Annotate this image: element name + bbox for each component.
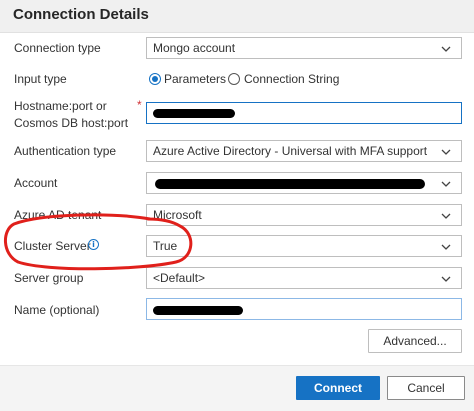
radio-connection-string-label[interactable]: Connection String — [244, 72, 339, 86]
server-group-label: Server group — [14, 271, 84, 285]
cluster-server-select[interactable]: True — [146, 235, 462, 257]
redacted-name — [153, 306, 243, 315]
dialog-title: Connection Details — [13, 6, 149, 23]
hostname-input[interactable] — [146, 102, 462, 124]
redacted-account — [155, 179, 425, 189]
redacted-hostname — [153, 109, 235, 118]
advanced-button[interactable]: Advanced... — [368, 329, 462, 353]
cluster-server-value: True — [153, 239, 178, 253]
connection-type-label: Connection type — [14, 41, 101, 55]
dialog-header: Connection Details — [0, 0, 474, 33]
authentication-type-value: Azure Active Directory - Universal with … — [153, 144, 428, 158]
chevron-down-icon — [441, 46, 451, 52]
azure-ad-tenant-select[interactable]: Microsoft — [146, 204, 462, 226]
name-label: Name (optional) — [14, 303, 100, 317]
hostname-label-line2: Cosmos DB host:port — [14, 116, 129, 130]
hostname-label-line1: Hostname:port or — [14, 99, 107, 113]
account-select[interactable] — [146, 172, 462, 194]
chevron-down-icon — [441, 149, 451, 155]
radio-parameters-label[interactable]: Parameters — [164, 72, 226, 86]
connect-button[interactable]: Connect — [296, 376, 380, 400]
server-group-select[interactable]: <Default> — [146, 267, 462, 289]
name-input[interactable] — [146, 298, 462, 320]
azure-ad-tenant-value: Microsoft — [153, 208, 202, 222]
radio-connection-string[interactable] — [228, 73, 240, 85]
info-icon[interactable]: i — [88, 239, 99, 250]
azure-ad-tenant-label: Azure AD tenant — [14, 208, 102, 222]
chevron-down-icon — [441, 181, 451, 187]
chevron-down-icon — [441, 276, 451, 282]
cancel-button[interactable]: Cancel — [387, 376, 465, 400]
server-group-value: <Default> — [153, 271, 206, 285]
chevron-down-icon — [441, 213, 451, 219]
account-label: Account — [14, 176, 58, 190]
connection-type-select[interactable]: Mongo account — [146, 37, 462, 59]
chevron-down-icon — [441, 244, 451, 250]
cluster-server-label: Cluster Server — [14, 239, 91, 253]
radio-parameters[interactable] — [149, 73, 161, 85]
authentication-type-label: Authentication type — [14, 144, 117, 158]
required-marker: * — [137, 98, 142, 112]
connection-type-value: Mongo account — [153, 41, 236, 55]
input-type-label: Input type — [14, 72, 67, 86]
authentication-type-select[interactable]: Azure Active Directory - Universal with … — [146, 140, 462, 162]
